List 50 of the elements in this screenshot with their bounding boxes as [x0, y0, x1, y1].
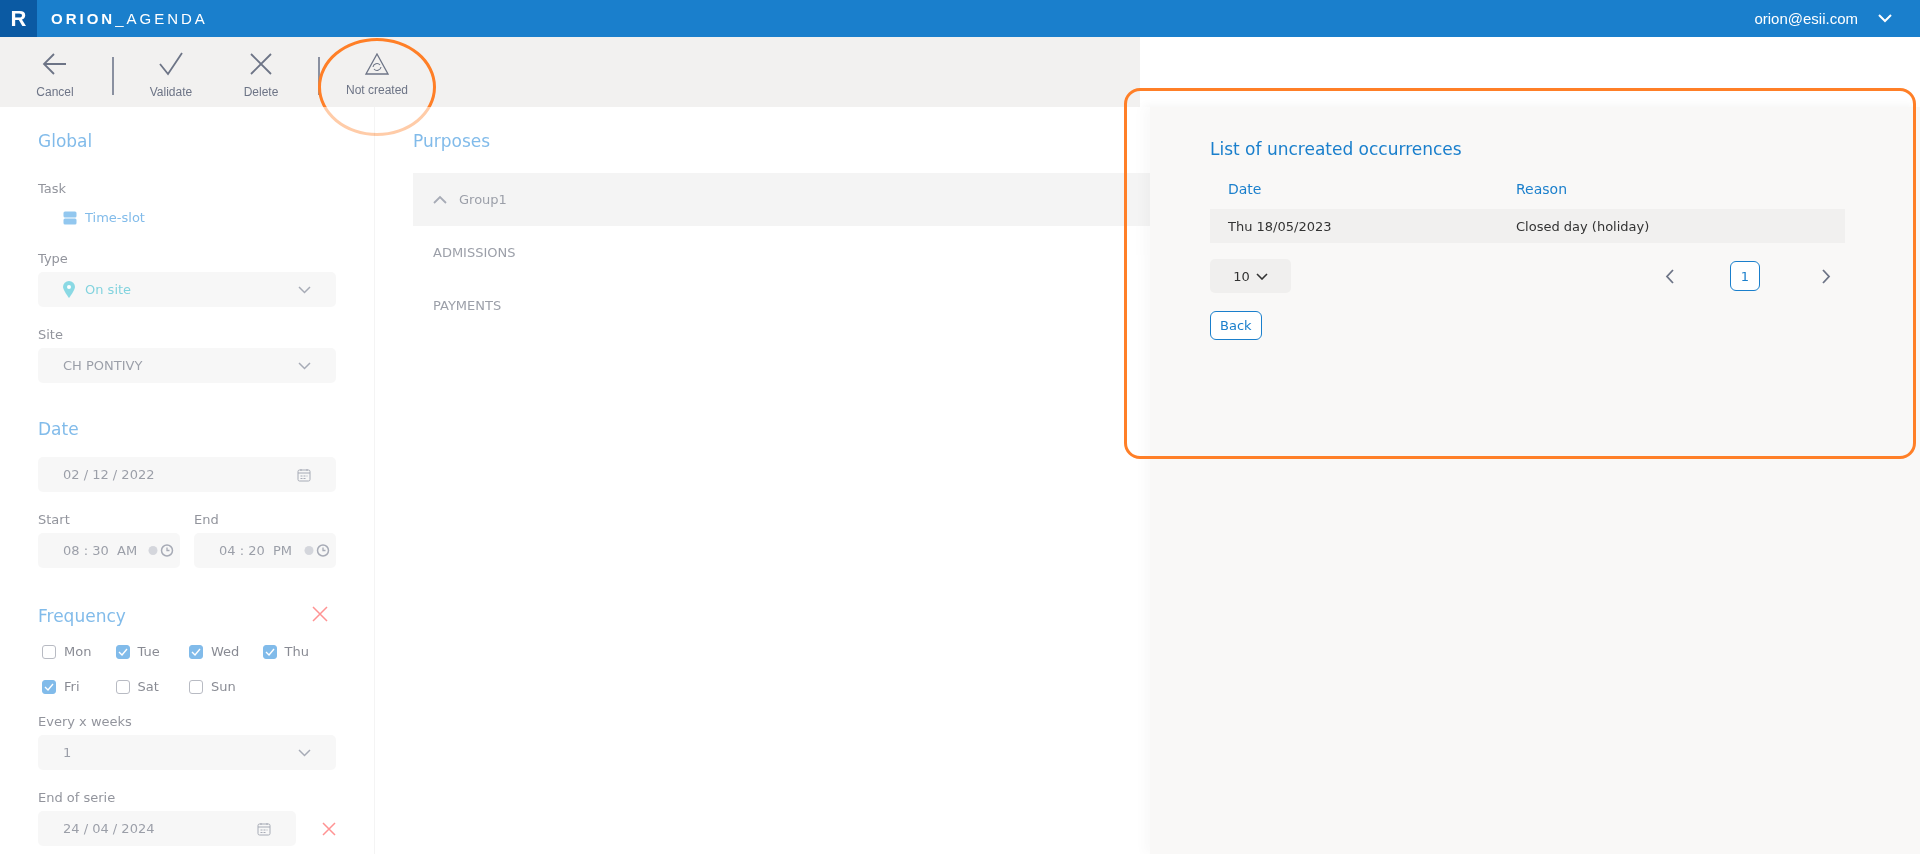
- map-pin-icon: [63, 280, 75, 299]
- toolbar-button[interactable]: Delete: [216, 45, 306, 99]
- toolbar-button[interactable]: Validate: [126, 45, 216, 99]
- chevron-right-icon[interactable]: [1822, 268, 1831, 284]
- stacked-bars-icon: [63, 210, 77, 225]
- section-heading: Date: [38, 419, 80, 439]
- field-label: End of serie: [38, 790, 117, 805]
- section-heading: Global: [38, 131, 94, 151]
- day-label: Mon: [64, 644, 92, 659]
- table-row: Thu 18/05/2023 Closed day (holiday): [1210, 209, 1845, 243]
- day-label: Fri: [64, 679, 80, 694]
- arrow-left-icon: [42, 51, 68, 77]
- user-menu[interactable]: orion@esii.com: [1754, 10, 1892, 27]
- chevron-left-icon[interactable]: [1665, 268, 1674, 284]
- column-header: Reason: [1516, 181, 1569, 197]
- section-heading: Purposes: [413, 131, 492, 151]
- task-value: Time-slot: [85, 210, 145, 225]
- day-label: Sat: [137, 679, 159, 694]
- back-button[interactable]: Back: [1210, 311, 1262, 340]
- calendar-icon: [297, 467, 311, 482]
- app-title: ORION_AGENDA: [51, 10, 208, 27]
- close-icon: [248, 51, 274, 77]
- clock-icon: [148, 544, 174, 557]
- chevron-down-icon: [298, 748, 311, 757]
- panel-title: List of uncreated occurrences: [1210, 139, 1463, 159]
- calendar-icon: [257, 821, 271, 836]
- chevron-down-icon: [298, 361, 311, 370]
- day-label: Wed: [211, 644, 240, 659]
- toolbar-button[interactable]: Cancel: [10, 45, 100, 99]
- section-heading: Frequency: [38, 606, 126, 626]
- chevron-down-icon: [298, 285, 311, 294]
- checkmark-icon: [158, 51, 184, 77]
- field-label: Every x weeks: [38, 714, 133, 729]
- day-label: Thu: [284, 644, 309, 659]
- field-label: Type: [38, 251, 69, 266]
- logo: R: [0, 0, 37, 37]
- day-label: Sun: [211, 679, 236, 694]
- warning-triangle-icon: [365, 53, 389, 75]
- chevron-down-icon: [1878, 14, 1892, 23]
- day-label: Tue: [137, 644, 160, 659]
- toolbar-button[interactable]: Not created: [332, 47, 422, 97]
- clock-icon: [304, 544, 330, 557]
- field-label: Start: [38, 512, 71, 527]
- page-size-select[interactable]: 10: [1210, 259, 1291, 293]
- field-label: End: [194, 512, 220, 527]
- column-header: Date: [1228, 181, 1263, 197]
- field-label: Site: [38, 327, 64, 342]
- chevron-down-icon: [1255, 272, 1268, 280]
- page-button[interactable]: 1: [1730, 261, 1760, 291]
- field-label: Task: [38, 181, 68, 196]
